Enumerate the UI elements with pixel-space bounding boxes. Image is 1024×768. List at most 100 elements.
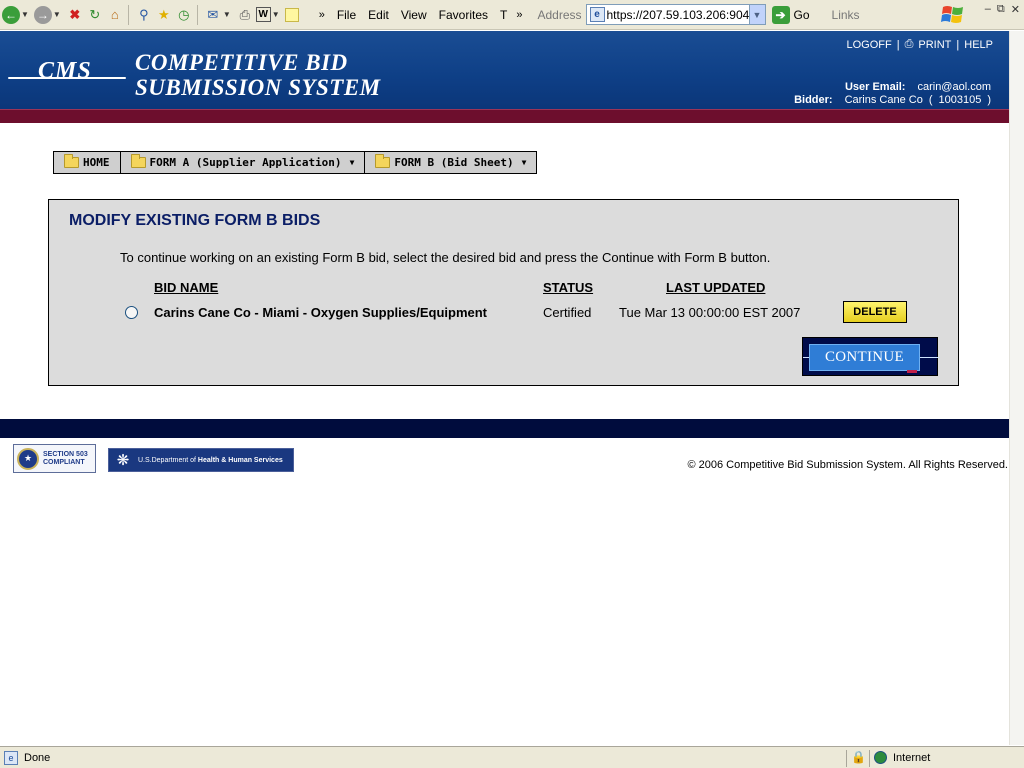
app-title-line-1: COMPETITIVE BID	[135, 50, 348, 75]
home-button[interactable]: ⌂	[106, 4, 124, 26]
logoff-link[interactable]: LOGOFF	[846, 39, 891, 51]
go-arrow-icon: ➔	[771, 5, 790, 24]
app-title-line-2: SUBMISSION SYSTEM	[135, 75, 381, 100]
chevron-down-icon: ▼	[521, 158, 527, 167]
bidder-id-open: (	[928, 94, 933, 106]
edit-button[interactable]: W ▼	[255, 4, 283, 26]
browser-window: ← ▼ → ▼ ✖ ↻ ⌂ ⚲ ★ ◷ ✉ ▼ ⎙ W ▼ » File Edit Vi…	[0, 0, 1024, 768]
vertical-scrollbar[interactable]	[1009, 31, 1024, 745]
page-icon: e	[4, 750, 18, 765]
toolbar-overflow[interactable]: »	[319, 9, 325, 21]
search-button[interactable]: ⚲	[135, 4, 153, 26]
nav-form-a[interactable]: FORM A (Supplier Application) ▼	[119, 151, 365, 174]
chevron-down-icon: ▼	[222, 10, 231, 19]
minimize-icon[interactable]: –	[985, 3, 991, 16]
app-title: COMPETITIVE BID SUBMISSION SYSTEM	[135, 50, 381, 100]
go-label: Go	[793, 7, 810, 22]
bidder-label: Bidder:	[794, 94, 833, 106]
history-icon: ◷	[178, 6, 190, 22]
help-link[interactable]: HELP	[964, 39, 993, 51]
toolbar-divider	[127, 4, 129, 25]
address-label: Address	[537, 7, 582, 22]
delete-button[interactable]: DELETE	[843, 301, 907, 323]
mail-button[interactable]: ✉ ▼	[204, 4, 234, 26]
user-email-value: carin@aol.com	[917, 81, 991, 93]
hhs-text-prefix: U.S.Department of	[138, 456, 198, 464]
button-decor-mark	[907, 370, 917, 373]
security-zone: Internet	[874, 751, 930, 764]
modify-bids-panel: MODIFY EXISTING FORM B BIDS To continue …	[48, 199, 959, 386]
print-link[interactable]: PRINT	[918, 39, 951, 51]
search-icon: ⚲	[139, 6, 149, 22]
header-links: LOGOFF | ⎙ PRINT | HELP	[846, 38, 993, 51]
links-button[interactable]: Links	[832, 8, 860, 22]
address-bar[interactable]: e https://207.59.103.206:9049 ▼	[585, 4, 766, 25]
cms-logo: CMS	[8, 53, 126, 95]
printer-icon: ⎙	[904, 38, 914, 50]
main-nav: HOME FORM A (Supplier Application) ▼ FOR…	[53, 151, 538, 174]
forward-button[interactable]: → ▼	[33, 4, 64, 26]
bid-select-radio[interactable]	[125, 306, 138, 319]
chevron-down-icon: ▼	[271, 10, 280, 19]
windows-logo-icon	[941, 6, 963, 23]
site-header: CMS COMPETITIVE BID SUBMISSION SYSTEM LO…	[0, 31, 1009, 109]
column-header-bid-name: BID NAME	[154, 280, 219, 295]
address-url[interactable]: https://207.59.103.206:9049	[607, 8, 756, 22]
favorites-button[interactable]: ★	[155, 4, 173, 26]
refresh-button[interactable]: ↻	[86, 4, 104, 26]
hhs-logo[interactable]: ❋ U.S.Department of Health & Human Servi…	[108, 448, 294, 472]
menu-favorites[interactable]: Favorites	[439, 8, 488, 22]
column-header-last-updated: LAST UPDATED	[666, 280, 766, 295]
folder-icon	[130, 154, 146, 168]
close-icon[interactable]: ✕	[1011, 3, 1020, 16]
status-divider	[846, 750, 847, 767]
user-info: User Email: carin@aol.com Bidder: Carins…	[794, 81, 991, 107]
menu-edit[interactable]: Edit	[368, 8, 389, 22]
panel-title: MODIFY EXISTING FORM B BIDS	[69, 212, 321, 229]
page-icon: e	[589, 7, 605, 22]
link-separator: |	[896, 38, 900, 51]
bidder-name: Carins Cane Co	[844, 94, 923, 106]
cms-logo-text: CMS	[38, 58, 92, 84]
chevron-down-icon: ▼	[349, 158, 355, 167]
go-button[interactable]: ➔ Go	[771, 5, 810, 24]
chevron-down-icon[interactable]: ▼	[748, 5, 765, 24]
footer-bar	[0, 419, 1009, 438]
bid-name-cell: Carins Cane Co - Miami - Oxygen Supplies…	[154, 305, 487, 320]
back-button[interactable]: ← ▼	[2, 4, 32, 26]
continue-label: CONTINUE	[809, 344, 920, 371]
printer-icon: ⎙	[239, 6, 250, 22]
continue-button[interactable]: CONTINUE	[802, 337, 939, 376]
menu-overflow[interactable]: »	[516, 9, 522, 21]
nav-form-a-label: FORM A (Supplier Application)	[149, 156, 342, 169]
stop-button[interactable]: ✖	[66, 4, 84, 26]
folder-icon	[375, 154, 391, 168]
stop-icon: ✖	[69, 6, 81, 22]
copyright: © 2006 Competitive Bid Submission System…	[687, 459, 1008, 471]
refresh-icon: ↻	[89, 6, 101, 22]
section-508-badge[interactable]: ★ SECTION 503 COMPLIANT	[13, 444, 96, 473]
chevron-down-icon: ▼	[52, 10, 61, 19]
hhs-eagle-icon: ❋	[116, 452, 130, 469]
restore-icon[interactable]: ⧉	[997, 3, 1005, 16]
logo-swoosh	[8, 77, 126, 79]
word-icon: W	[255, 7, 271, 22]
notes-button[interactable]	[284, 4, 299, 26]
link-separator: |	[956, 38, 960, 51]
menu-tools[interactable]: T	[500, 8, 507, 22]
bidder-id: 1003105	[938, 94, 982, 106]
menu-file[interactable]: File	[337, 8, 356, 22]
bid-updated-cell: Tue Mar 13 00:00:00 EST 2007	[619, 305, 801, 320]
history-button[interactable]: ◷	[175, 4, 193, 26]
mail-icon: ✉	[207, 6, 219, 22]
nav-home-label: HOME	[83, 156, 110, 169]
folder-icon	[64, 154, 79, 168]
menu-view[interactable]: View	[401, 8, 427, 22]
status-bar: e Done 🔒 Internet	[0, 746, 1024, 768]
nav-home[interactable]: HOME	[53, 151, 120, 174]
nav-form-b[interactable]: FORM B (Bid Sheet) ▼	[364, 151, 538, 174]
hhs-text-bold: Health & Human Services	[197, 456, 283, 464]
header-accent-bar	[0, 109, 1009, 123]
print-button[interactable]: ⎙	[236, 4, 254, 26]
chevron-down-icon: ▼	[21, 10, 29, 19]
